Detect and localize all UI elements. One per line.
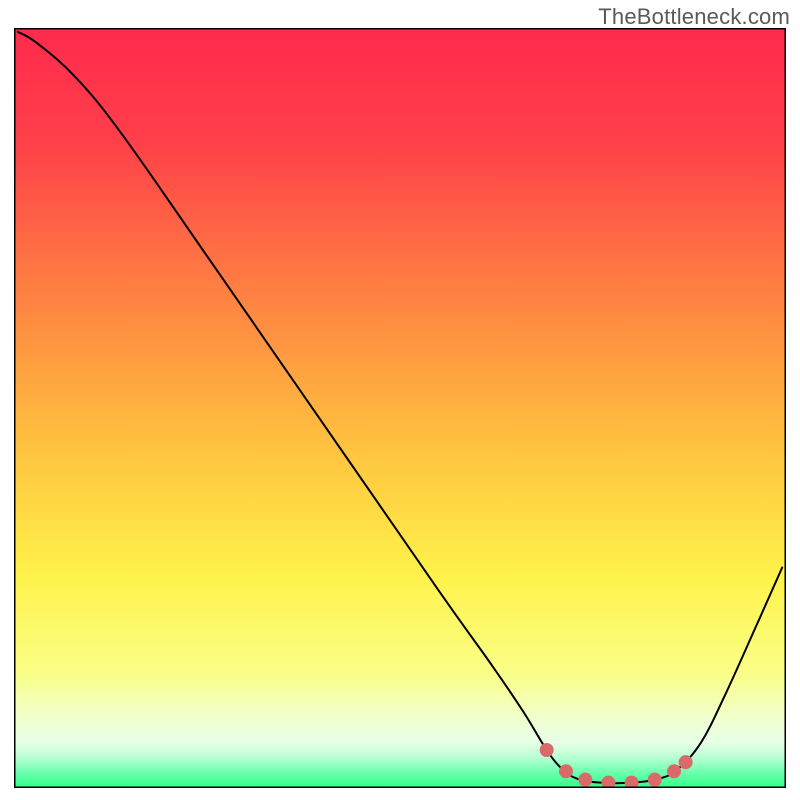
bottleneck-chart (14, 28, 786, 788)
optimal-dot (648, 773, 662, 787)
chart-background (14, 28, 786, 788)
optimal-dot (667, 764, 681, 778)
optimal-dot (679, 755, 693, 769)
optimal-dot (559, 764, 573, 778)
chart-frame: TheBottleneck.com (0, 0, 800, 800)
optimal-dot (540, 743, 554, 757)
optimal-dot (578, 773, 592, 787)
watermark-text: TheBottleneck.com (598, 4, 790, 30)
